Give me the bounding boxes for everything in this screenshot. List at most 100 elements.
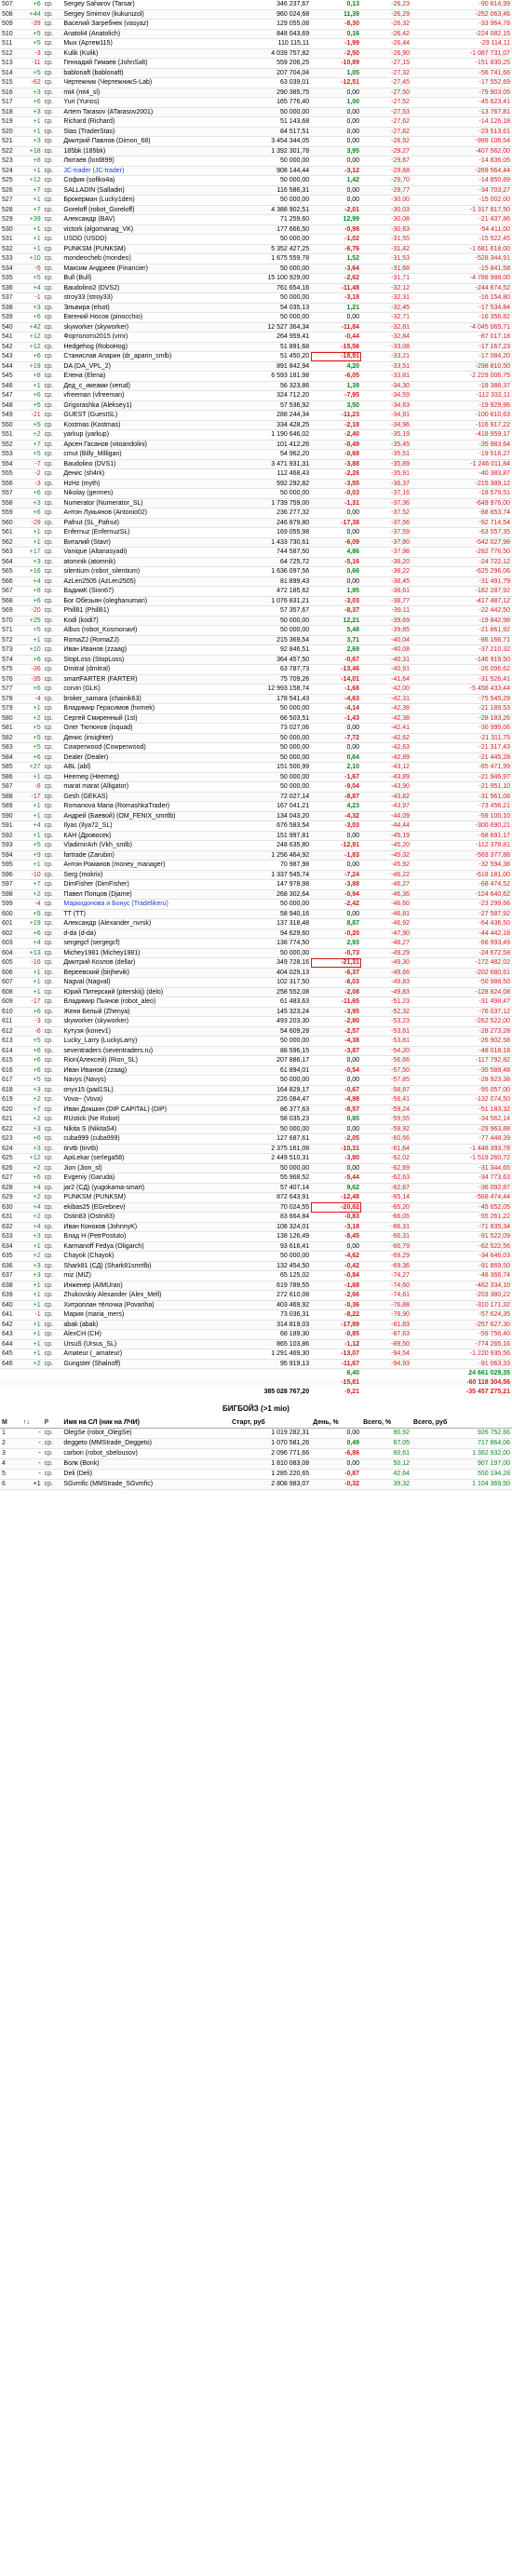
participant-name[interactable]: Евгений Носов (pinocchio) — [61, 312, 230, 323]
participant-name[interactable]: Nikita S (NikitaS4) — [61, 1124, 230, 1134]
participant-name[interactable]: Андрей (Баевой) (OM_FENIX_smrtlb) — [61, 811, 230, 821]
participant-name[interactable]: StopLoss (StopLoss) — [61, 655, 230, 665]
participant-name[interactable]: corvin (GLK) — [61, 684, 230, 695]
participant-name[interactable]: Rion(Алексей) (Rion_SL) — [61, 1055, 230, 1066]
participant-name[interactable]: Gungster (Shalnoff) — [61, 1359, 230, 1369]
participant-name[interactable]: Ostin83 (Ostin83) — [61, 1212, 230, 1223]
participant-name[interactable]: Эльвира (elsot) — [61, 303, 230, 313]
participant-name[interactable]: DA (DA_VPL_2) — [61, 361, 230, 372]
participant-name[interactable]: seventraders (seventraders.ru) — [61, 1046, 230, 1056]
participant-name[interactable]: cuba999 (cuba999) — [61, 1133, 230, 1145]
participant-name[interactable]: Елена (Elena) — [61, 371, 230, 382]
participant-name[interactable]: jar2 (CД) (yugokama-smart) — [61, 1183, 230, 1193]
participant-name[interactable]: КАН (Дровосек) — [61, 831, 230, 841]
participant-name[interactable]: Брокерман (Lucky1den) — [61, 195, 230, 206]
participant-name[interactable]: Геннадий Гимаев (JohnSalt) — [61, 58, 230, 69]
participant-name[interactable]: OlegSe (robot_OlegSe) — [61, 1428, 230, 1439]
participant-name[interactable]: Васелий Загребнек (vasyaz) — [61, 19, 230, 30]
participant-name[interactable]: Денис (sh4rk) — [61, 468, 230, 480]
participant-name[interactable]: skyworker (skyworker) — [61, 322, 230, 332]
participant-name[interactable]: Kostmas (Kostmas) — [61, 420, 230, 430]
participant-name[interactable]: Dealer (Dealer) — [61, 752, 230, 763]
participant-name[interactable]: Антон Лукьянов (Antonio02) — [61, 508, 230, 519]
participant-name[interactable]: Sergey Smirnov (kukuruzol) — [61, 9, 230, 20]
participant-name[interactable]: fartrade (Zarubin) — [61, 850, 230, 861]
participant-name[interactable]: Romanova Maria (RomashkaTrader) — [61, 801, 230, 812]
participant-name[interactable]: Kodi (kodi7) — [61, 616, 230, 626]
participant-name[interactable]: Иван Иванов (zzaag) — [61, 1065, 230, 1076]
participant-name[interactable]: marat marat (Alligator) — [61, 781, 230, 793]
participant-name[interactable]: Кутузя (konev1) — [61, 1026, 230, 1037]
participant-name[interactable]: Бог Обезьян (oleghanuman) — [61, 596, 230, 606]
participant-name[interactable]: HzHz (myth) — [61, 479, 230, 489]
participant-name[interactable]: Ilyas (Ilya72_SL) — [61, 820, 230, 832]
participant-name[interactable]: Александр (BAV) — [61, 214, 230, 225]
participant-name[interactable]: PUNKSM (PUNKSM) — [61, 244, 230, 254]
participant-name[interactable]: atomnik (atomnik) — [61, 557, 230, 567]
participant-name[interactable]: DimFisher (DimFisher) — [61, 879, 230, 890]
participant-name[interactable]: mt4 (mt4_sl) — [61, 88, 230, 98]
participant-name[interactable]: ApiLekar (serlega58) — [61, 1153, 230, 1164]
participant-name[interactable]: Иван Коноков (JohnnyK) — [61, 1222, 230, 1232]
participant-name[interactable]: Мыx (Артем115) — [61, 38, 230, 49]
participant-name[interactable]: ВадимК (Sion67) — [61, 586, 230, 597]
participant-name[interactable]: AzLen2505 (AzLen2505) — [61, 576, 230, 587]
participant-name[interactable]: Vanique (Altanasyadi) — [61, 547, 230, 558]
participant-name[interactable]: miz (MIZ) — [61, 1270, 230, 1281]
participant-name[interactable]: ekibas25 (EGrebnev) — [61, 1202, 230, 1213]
participant-name[interactable]: Albus (robot_Kosmonavt) — [61, 625, 230, 636]
participant-name[interactable]: Deli (Deli) — [61, 1469, 230, 1480]
participant-name[interactable]: Artem Tarasov (ATarasov2001) — [61, 107, 230, 117]
participant-name[interactable]: Дмитрий Павлов (Dimon_68) — [61, 136, 230, 147]
participant-name[interactable]: Арсен Гасанов (vitoandolini) — [61, 440, 230, 450]
participant-name[interactable]: ABL (abl) — [61, 762, 230, 773]
participant-name[interactable]: Karmanoff Fedya (Oligarch) — [61, 1241, 230, 1252]
participant-name[interactable]: Lucky_Larry (LuckyLarry) — [61, 1036, 230, 1047]
participant-name[interactable]: Navys (Navys) — [61, 1075, 230, 1086]
participant-name[interactable]: GUEST (GuestSL) — [61, 410, 230, 421]
participant-name[interactable]: Michey1981 (Michey1981) — [61, 948, 230, 958]
participant-name[interactable]: yarkup (yarkup) — [61, 429, 230, 441]
participant-name[interactable]: SALLADIN (Salladin) — [61, 185, 230, 196]
participant-name[interactable]: TT (TT) — [61, 909, 230, 919]
participant-name[interactable]: Станислав Апарин (dr_aparin_smlb) — [61, 351, 230, 362]
participant-name[interactable]: carbon (robot_sbelousov) — [61, 1448, 230, 1459]
participant-name[interactable]: abak (abak) — [61, 1320, 230, 1330]
participant-name[interactable]: Антон Романов (money_manager) — [61, 860, 230, 871]
participant-name[interactable]: Александр (Alexander_nvrsk) — [61, 918, 230, 929]
participant-name[interactable]: mondeocheb (mondeo) — [61, 253, 230, 264]
participant-name[interactable]: Влад Н (PetrPostuto) — [61, 1231, 230, 1242]
participant-name[interactable]: Richard (Richard) — [61, 116, 230, 128]
participant-name[interactable]: Dmitral (dmitral) — [61, 664, 230, 675]
participant-name[interactable]: Мария (maria_mers) — [61, 1309, 230, 1321]
participant-name[interactable]: София (sofiko4a) — [61, 175, 230, 186]
participant-name[interactable]: Nikolay (germes) — [61, 488, 230, 499]
participant-name[interactable]: Cowperwood (Cowperwood) — [61, 742, 230, 753]
participant-name[interactable]: Kulik (Kulik) — [61, 48, 230, 59]
participant-name[interactable]: Shark81 (СД) (Shark81smrtlb) — [61, 1261, 230, 1271]
participant-name[interactable]: Evgeniy (Garuda) — [61, 1173, 230, 1184]
participant-name[interactable]: Иван Докшин (DIP CAPITAL) (DIP) — [61, 1105, 230, 1115]
participant-name[interactable]: Дед_с_икеами (verud) — [61, 381, 230, 391]
participant-name[interactable]: vfreeman (vfreeman) — [61, 390, 230, 401]
participant-name[interactable]: Jion (Jion_sl) — [61, 1163, 230, 1173]
participant-name[interactable]: Максим Андреев (Financier) — [61, 264, 230, 274]
participant-name[interactable]: smartFARTER (FARTER) — [61, 674, 230, 685]
participant-name[interactable]: Stas (TraderStas) — [61, 127, 230, 137]
participant-name[interactable]: RUstick (Ne Robot) — [61, 1114, 230, 1125]
participant-name[interactable]: Hedgehog (RoboHog) — [61, 342, 230, 352]
participant-name[interactable]: Чертежник (ЧертежникS-Lab) — [61, 77, 230, 88]
participant-name[interactable]: Олег Тютюнов (isquad) — [61, 723, 230, 734]
participant-name[interactable]: Phill81 (Phill81) — [61, 605, 230, 617]
participant-name[interactable]: Маркидонова и Бонус (Tradelikeru) — [61, 899, 230, 910]
participant-name[interactable]: Zhukovskiy Alexander (Alex_Mell) — [61, 1290, 230, 1301]
participant-name[interactable]: JC-trader (JC-trader) — [61, 166, 230, 176]
participant-name[interactable]: Вереевский (birjhevik) — [61, 968, 230, 978]
participant-name[interactable]: Vova~ (Vova) — [61, 1094, 230, 1105]
participant-name[interactable]: Владимир Пьянов (robot_aleo) — [61, 997, 230, 1008]
participant-name[interactable]: Grigorashka (Aleksey1) — [61, 400, 230, 411]
participant-name[interactable]: Виталий (Stavr) — [61, 537, 230, 548]
participant-name[interactable]: stroy33 (stroy33) — [61, 292, 230, 304]
participant-name[interactable]: Yuri (Yurios) — [61, 97, 230, 108]
participant-name[interactable]: UrsuS (Ursus_SL) — [61, 1339, 230, 1349]
